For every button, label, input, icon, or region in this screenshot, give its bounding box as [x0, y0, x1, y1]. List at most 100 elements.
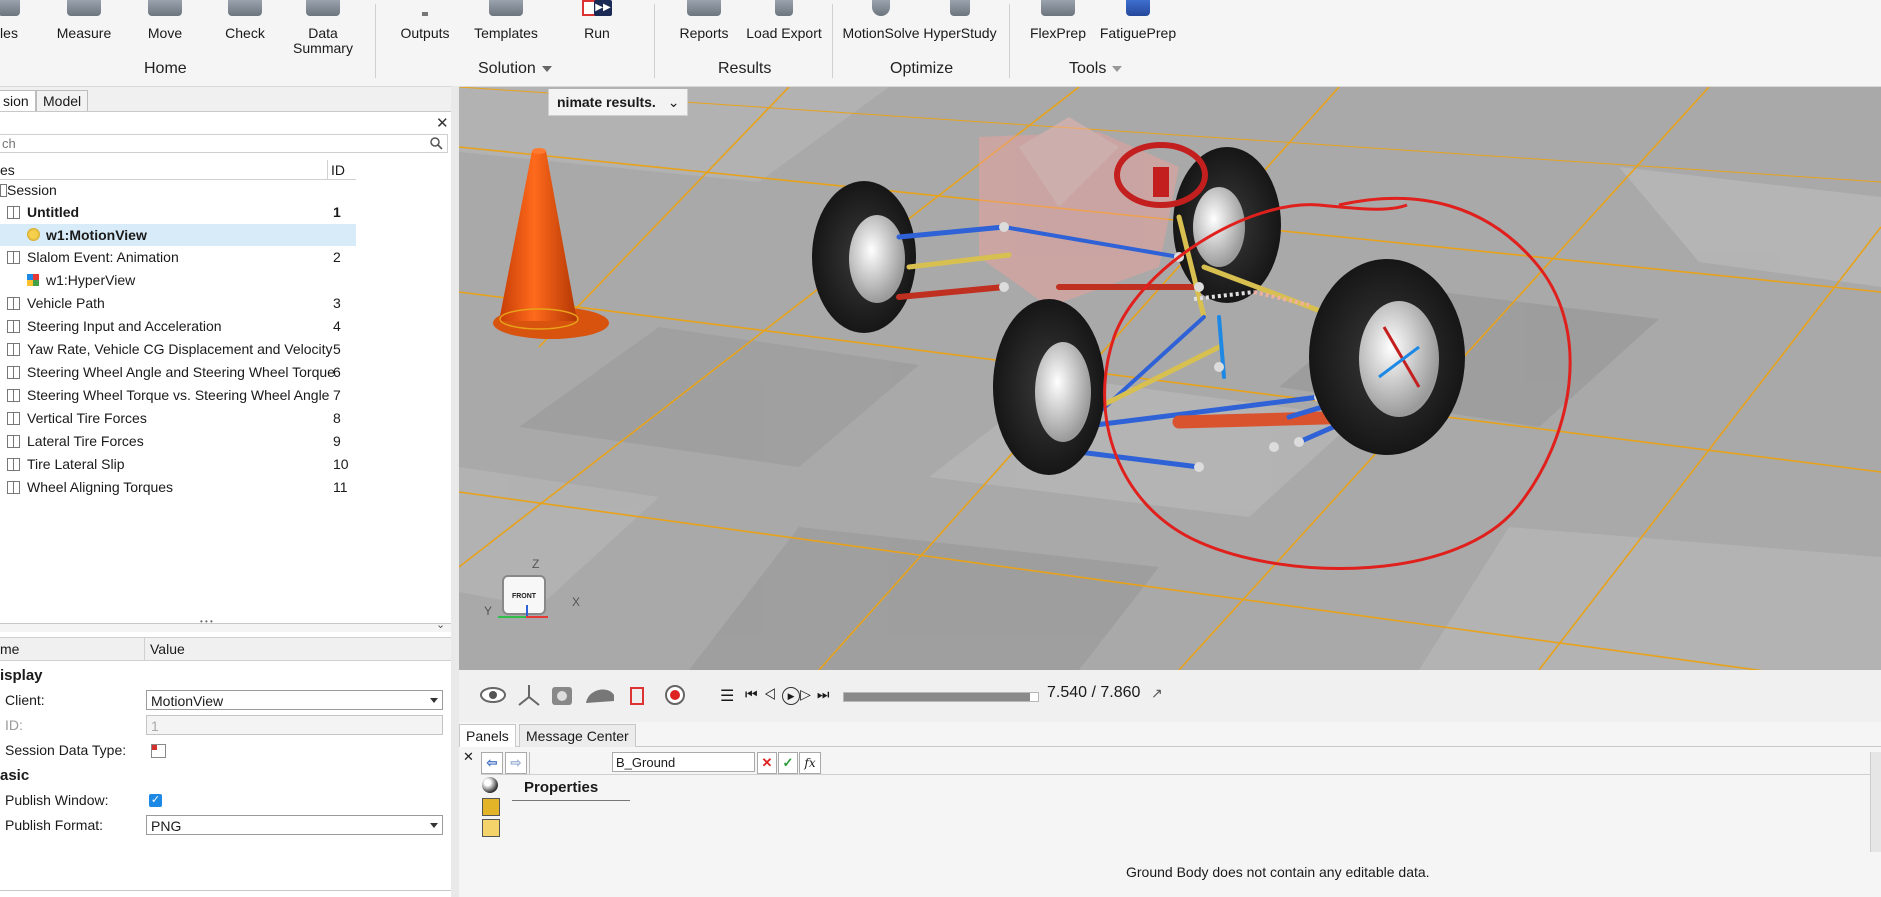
move-button[interactable]: Move [143, 0, 187, 48]
trace-icon[interactable] [586, 689, 614, 703]
run-button[interactable]: ▶▶ Run [580, 0, 614, 48]
tab-panels[interactable]: Panels [459, 724, 516, 747]
group-tools[interactable]: Tools [1069, 60, 1123, 78]
tab-message-center[interactable]: Message Center [519, 724, 636, 747]
motionview-icon [27, 228, 40, 241]
search-icon[interactable] [430, 137, 443, 150]
properties-tab[interactable]: Properties [512, 778, 630, 801]
group-solution[interactable]: Solution [478, 60, 552, 78]
animation-menu-icon[interactable]: ☰ [720, 686, 734, 706]
files-button[interactable]: les [0, 0, 24, 48]
tree-row-page[interactable]: Steering Wheel Torque vs. Steering Wheel… [0, 384, 356, 406]
ribbon-divider [832, 4, 833, 78]
session-browser-panel: sion Model ✕ es ID Session Untitled 1 w1… [0, 87, 452, 897]
tree-row-page[interactable]: Yaw Rate, Vehicle CG Displacement and Ve… [0, 338, 356, 360]
column-name-header[interactable]: es [0, 162, 15, 178]
expression-builder-icon[interactable]: fx [799, 752, 821, 774]
wheel-front-left[interactable] [993, 299, 1105, 475]
publish-format-select[interactable]: PNG [146, 815, 443, 835]
flexprep-button[interactable]: FlexPrep [1028, 0, 1088, 48]
tab-model[interactable]: Model [36, 90, 89, 111]
axes-icon[interactable] [518, 685, 540, 706]
next-frame-icon[interactable]: ▷ [800, 686, 817, 702]
column-divider [327, 160, 328, 179]
outputs-button[interactable]: Outputs [400, 0, 450, 48]
tree-row-page[interactable]: Tire Lateral Slip 10 [0, 453, 356, 475]
properties-icon[interactable] [482, 798, 500, 816]
measure-button[interactable]: Measure [56, 0, 112, 48]
tree-row-page[interactable]: Wheel Aligning Torques 11 [0, 476, 356, 498]
client-select[interactable]: MotionView [146, 690, 443, 710]
tree-row-page[interactable]: Steering Input and Acceleration 4 [0, 315, 356, 337]
collapse-chevron-icon[interactable]: ⌄ [436, 618, 445, 631]
wheel-front-right[interactable] [1309, 259, 1465, 455]
templates-button[interactable]: Templates [471, 0, 541, 48]
back-arrow-icon[interactable]: ⇦ [481, 752, 503, 774]
animation-speed-icon[interactable]: ↗︎ [1151, 685, 1163, 702]
reference-icon[interactable] [482, 819, 500, 837]
eye-icon[interactable] [480, 687, 506, 703]
hyperstudy-button[interactable]: HyperStudy [922, 0, 998, 48]
ground-body-icon[interactable] [482, 777, 498, 793]
previous-frame-icon[interactable]: ◁ [764, 686, 783, 702]
motionsolve-button[interactable]: MotionSolve [842, 0, 920, 48]
hyperview-icon [27, 274, 39, 286]
page-icon [7, 366, 20, 379]
page-icon [7, 412, 20, 425]
column-id-header[interactable]: ID [331, 162, 345, 178]
page-icon [7, 389, 20, 402]
play-icon[interactable]: ▶ [782, 687, 801, 705]
tree-row-page[interactable]: Slalom Event: Animation 2 [0, 246, 356, 268]
forward-arrow-icon[interactable]: ⇨ [505, 752, 527, 774]
chevron-down-icon[interactable]: ⌄ [668, 94, 680, 110]
tree-row-page[interactable]: Vertical Tire Forces 8 [0, 407, 356, 429]
close-icon[interactable]: ✕ [436, 114, 449, 132]
scene-canvas[interactable] [459, 87, 1881, 670]
tree-row-session[interactable]: Session [0, 179, 356, 201]
search-input[interactable] [0, 135, 424, 151]
check-button[interactable]: Check [224, 0, 266, 48]
entity-name-field[interactable]: B_Ground [612, 752, 755, 772]
page-icon [7, 297, 20, 310]
tree-row-page[interactable]: Untitled 1 [0, 201, 356, 223]
data-summary-button[interactable]: Data Summary [292, 0, 354, 60]
fatigueprep-button[interactable]: FatiguePrep [1098, 0, 1178, 48]
close-panel-icon[interactable]: ✕ [463, 749, 474, 765]
reject-x-icon[interactable]: ✕ [757, 752, 777, 774]
accept-check-icon[interactable]: ✓ [778, 752, 798, 774]
tree-row-window[interactable]: w1:HyperView [0, 269, 356, 291]
window-title-tab[interactable]: nimate results. ⌄ [548, 89, 689, 116]
tree-row-page[interactable]: Steering Wheel Angle and Steering Wheel … [0, 361, 356, 383]
last-frame-icon[interactable]: ⏭ [817, 686, 836, 702]
client-label: Client: [5, 692, 45, 708]
view-cube-front-face[interactable]: FRONT [502, 575, 546, 615]
section-basic[interactable]: asic [0, 763, 451, 788]
axis-x-label: X [572, 595, 581, 609]
record-icon[interactable] [665, 685, 685, 705]
traffic-cone[interactable] [493, 148, 609, 339]
tree-row-page[interactable]: Vehicle Path 3 [0, 292, 356, 314]
first-frame-icon[interactable]: ⏮ [745, 686, 764, 702]
property-client-row: Client: MotionView [0, 688, 451, 713]
panel-scrollbar[interactable] [1870, 752, 1881, 852]
wheel-rear-right[interactable] [1173, 147, 1281, 303]
tab-session[interactable]: sion [0, 90, 36, 111]
load-export-button[interactable]: Load Export [746, 0, 822, 48]
publish-window-checkbox[interactable]: ✓ [149, 794, 162, 807]
vertical-splitter[interactable] [451, 86, 459, 897]
tree-row-page[interactable]: Lateral Tire Forces 9 [0, 430, 356, 452]
animation-slider[interactable] [843, 692, 1039, 702]
wheel-rear-left[interactable] [812, 181, 916, 333]
view-cube[interactable]: Z X Y FRONT [484, 557, 580, 637]
data-type-icon[interactable] [151, 744, 166, 758]
tracking-system-icon[interactable] [552, 687, 572, 705]
bottom-tabs: Panels Message Center [459, 724, 1881, 747]
panel-splitter[interactable]: • • • ⌄ [0, 617, 451, 632]
section-display[interactable]: isplay [0, 663, 451, 688]
tree-row-window-selected[interactable]: w1:MotionView [0, 224, 356, 246]
book-red-icon[interactable] [630, 687, 644, 705]
graphics-viewport[interactable]: nimate results. ⌄ Z X Y FRONT [459, 87, 1881, 670]
session-data-type-label: Session Data Type: [5, 742, 127, 758]
page-icon [7, 481, 20, 494]
reports-button[interactable]: Reports [678, 0, 730, 48]
